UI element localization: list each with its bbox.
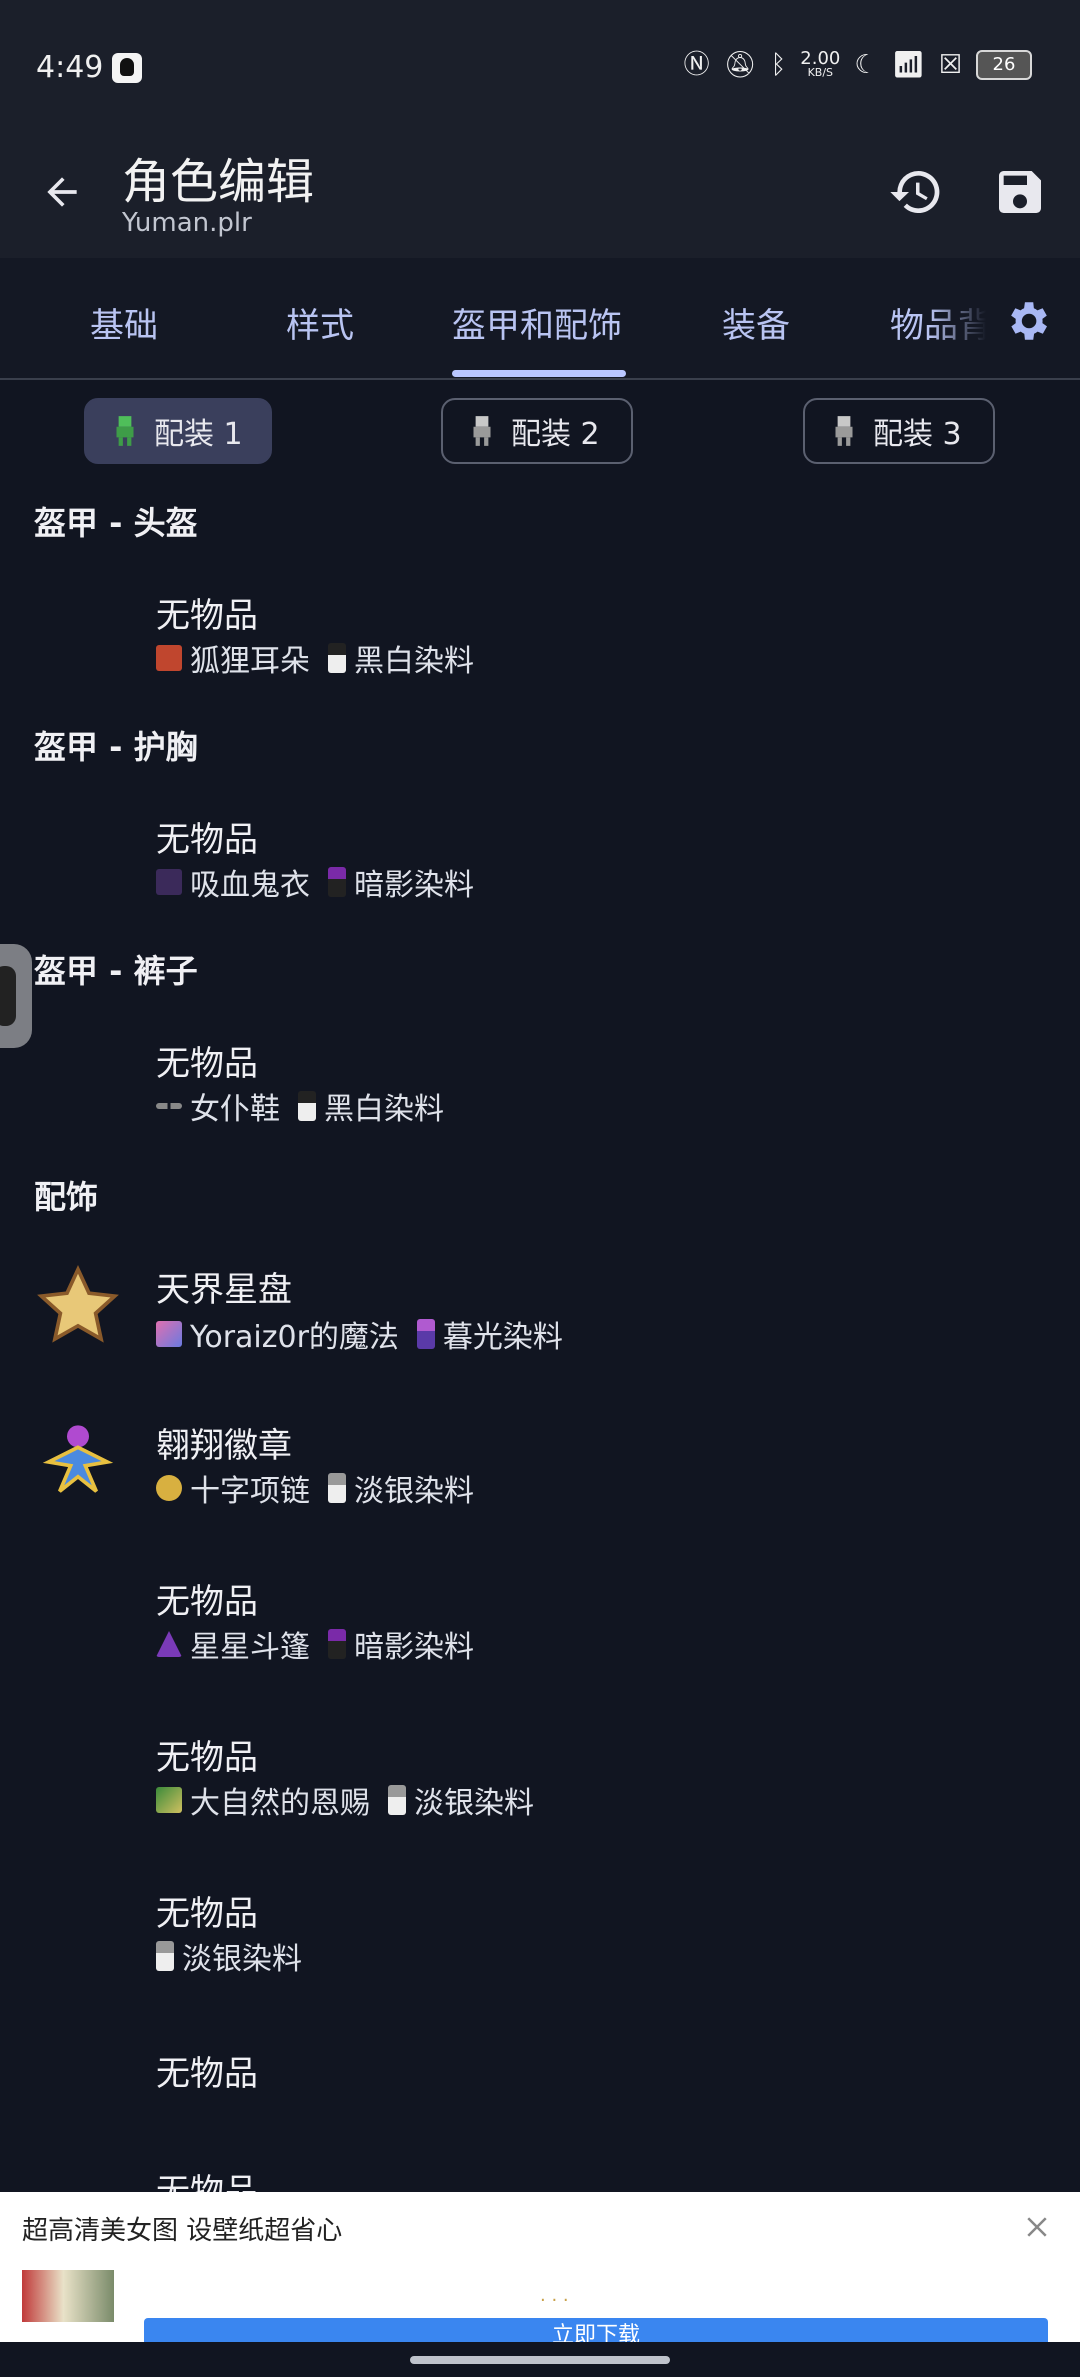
item-name[interactable]: 无物品 [156,812,258,861]
loadout-3-label: 配装 3 [873,417,962,452]
loadout-3-chip[interactable]: 配装 3 [803,398,995,464]
net-speed-value: 2.00 [800,48,841,69]
item-name[interactable]: 无物品 [156,1886,258,1935]
item-name[interactable]: 无物品 [156,1730,258,1779]
item-name[interactable]: 无物品 [156,2046,258,2095]
item-vanity-dye[interactable]: Yoraiz0r的魔法 暮光染料 [156,1312,563,1356]
magic-icon [156,1321,182,1347]
vanity-label: 女仆鞋 [190,1092,280,1127]
dye-icon [156,1941,174,1971]
battery-icon: 26 [976,50,1032,80]
item-vanity-dye[interactable]: 吸血鬼衣 暗影染料 [156,860,474,904]
section-helmet: 盔甲 - 头盔 [34,504,198,542]
dye-icon [416,1319,435,1349]
loadout-1-chip[interactable]: 配装 1 [84,398,272,464]
navigation-bar [0,2342,1080,2377]
gesture-handle[interactable] [410,2356,670,2364]
item-vanity-dye[interactable]: 十字项链 淡银染料 [156,1466,474,1510]
item-vanity-dye[interactable]: 星星斗篷 暗影染料 [156,1622,474,1666]
net-speed: 2.00 KB/S [800,48,841,79]
tab-style[interactable]: 样式 [286,298,354,347]
item-name[interactable]: 翱翔徽章 [156,1418,292,1467]
vanity-label: 星星斗篷 [190,1630,310,1665]
loadout-2-chip[interactable]: 配装 2 [441,398,633,464]
dye-icon [298,1091,316,1121]
dye-label: 淡银染料 [182,1942,302,1977]
save-icon[interactable] [992,164,1048,220]
dye-icon [328,867,346,897]
wifi-icon: 📶︎ [891,50,925,80]
ad-thumbnail [22,2270,114,2322]
dye-label: 淡银染料 [414,1786,534,1821]
item-vanity-dye[interactable]: 狐狸耳朵 黑白染料 [156,636,474,680]
item-vanity-dye[interactable]: 大自然的恩赐 淡银染料 [156,1778,534,1822]
vanity-label: 十字项链 [190,1474,310,1509]
vanity-label: 狐狸耳朵 [190,644,310,679]
dye-label: 暗影染料 [354,868,474,903]
dye-icon [328,1473,346,1503]
dye-icon [388,1785,406,1815]
section-legs: 盔甲 - 裤子 [34,952,198,990]
character-icon [116,416,134,446]
ad-text: 超高清美女图 设壁纸超省心 [22,2216,343,2246]
tab-indicator [452,370,626,377]
loadout-2-label: 配装 2 [511,417,600,452]
section-chest: 盔甲 - 护胸 [34,728,198,766]
fox-ears-icon [156,645,182,671]
item-name[interactable]: 天界星盘 [156,1262,292,1311]
page-title: 角色编辑 [122,154,315,210]
soaring-insignia-icon [42,1425,114,1493]
item-dye[interactable]: 淡银染料 [156,1934,302,1978]
dye-label: 黑白染料 [354,644,474,679]
dye-label: 暗影染料 [354,1630,474,1665]
character-icon [835,416,853,446]
gear-icon[interactable] [1002,296,1052,346]
section-accessories: 配饰 [34,1178,99,1216]
dye-label: 黑白染料 [324,1092,444,1127]
dye-label: 淡银染料 [354,1474,474,1509]
celestial-starboard-icon [37,1264,119,1343]
item-name[interactable]: 无物品 [156,1036,258,1085]
qq-notification-icon [112,53,142,83]
floating-bubble[interactable] [0,944,32,1048]
mute-icon: 🔕︎ [723,50,757,80]
vampire-costume-icon [156,869,182,895]
item-name[interactable]: 无物品 [156,588,258,637]
ad-banner[interactable]: 超高清美女图 设壁纸超省心 · · · 立即下载 [0,2192,1080,2354]
vanity-label: 大自然的恩赐 [190,1786,370,1821]
app-bar: 角色编辑 Yuman.plr [0,130,1080,258]
loadout-1-label: 配装 1 [154,417,243,452]
dye-icon [328,643,346,673]
vanity-label: Yoraiz0r的魔法 [190,1320,399,1355]
file-name: Yuman.plr [122,208,252,238]
tab-fade [930,278,1010,358]
dye-icon [328,1629,346,1659]
tab-bar: 基础 样式 盔甲和配饰 装备 物品背 [0,258,1080,380]
nfc-icon: Ⓝ [683,50,710,80]
dye-label: 暮光染料 [442,1320,563,1355]
item-vanity-dye[interactable]: 女仆鞋 黑白染料 [156,1084,444,1128]
tab-equipment[interactable]: 装备 [722,298,790,347]
history-icon[interactable] [888,164,944,220]
sim-off-icon: ☒ [938,50,962,80]
natures-gift-icon [156,1787,182,1813]
character-icon [473,416,491,446]
cross-necklace-icon [156,1475,182,1501]
vanity-label: 吸血鬼衣 [190,868,310,903]
star-cloak-icon [156,1631,182,1657]
status-bar: 4:49 Ⓝ 🔕︎ ᛒ 2.00 KB/S ☾ 📶︎ ☒ 26 [0,0,1080,130]
status-icons: Ⓝ 🔕︎ ᛒ 2.00 KB/S ☾ 📶︎ ☒ 26 [684,50,1032,80]
moon-icon: ☾ [854,50,878,80]
ad-faint-text: · · · [540,2290,569,2311]
item-name[interactable]: 无物品 [156,1574,258,1623]
status-time: 4:49 [36,50,104,85]
bluetooth-icon: ᛒ [770,50,787,80]
close-icon[interactable] [1022,2212,1052,2242]
tab-armor-accessories[interactable]: 盔甲和配饰 [452,298,622,347]
maid-shoes-icon [156,1103,182,1109]
tab-basic[interactable]: 基础 [90,298,158,347]
back-arrow-icon[interactable] [40,170,84,214]
